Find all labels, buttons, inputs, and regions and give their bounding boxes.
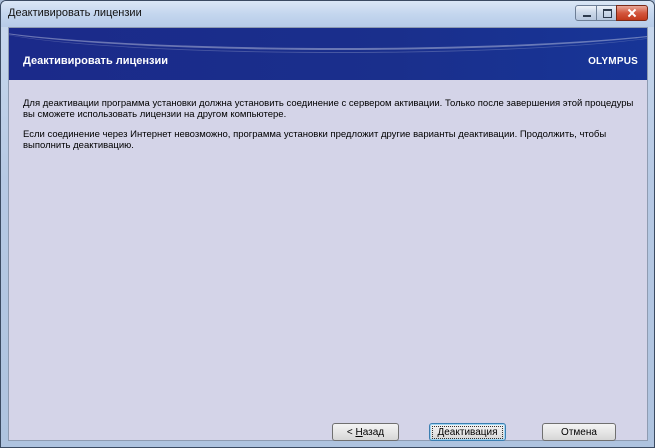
instruction-paragraph-1: Для деактивации программа установки долж… (23, 98, 634, 120)
deactivate-button-label: еактивация (444, 426, 498, 438)
maximize-icon (597, 6, 616, 20)
back-button-label: азад (362, 426, 385, 438)
olympus-logo: OLYMPUS (588, 56, 638, 67)
close-button[interactable] (616, 5, 648, 21)
instruction-paragraph-2: Если соединение через Интернет невозможн… (23, 129, 607, 151)
back-button[interactable]: < Назад (332, 423, 399, 441)
title-bar[interactable]: Деактивировать лицензии (1, 1, 654, 27)
installer-window: Деактивировать лицензии Деактивировать л… (0, 0, 655, 448)
page-title: Деактивировать лицензии (23, 55, 169, 67)
deactivate-button[interactable]: Деактивация (429, 423, 506, 441)
banner-swoosh-decoration-2 (9, 28, 647, 53)
back-button-accelerator: Н (355, 426, 363, 438)
header-banner: Деактивировать лицензии OLYMPUS (9, 28, 647, 80)
minimize-button[interactable] (575, 5, 597, 21)
close-icon (617, 6, 647, 20)
window-title: Деактивировать лицензии (8, 7, 142, 19)
instructions-text: Для деактивации программа установки долж… (23, 98, 638, 160)
cancel-button-label: Отмена (561, 426, 597, 438)
dialog-client-area: Деактивировать лицензии OLYMPUS Для деак… (8, 27, 648, 441)
deactivate-focus-ring: Деактивация (432, 425, 503, 439)
maximize-button[interactable] (596, 5, 617, 21)
minimize-icon (576, 6, 596, 20)
back-button-prefix: < (346, 426, 356, 438)
cancel-button[interactable]: Отмена (542, 423, 616, 441)
